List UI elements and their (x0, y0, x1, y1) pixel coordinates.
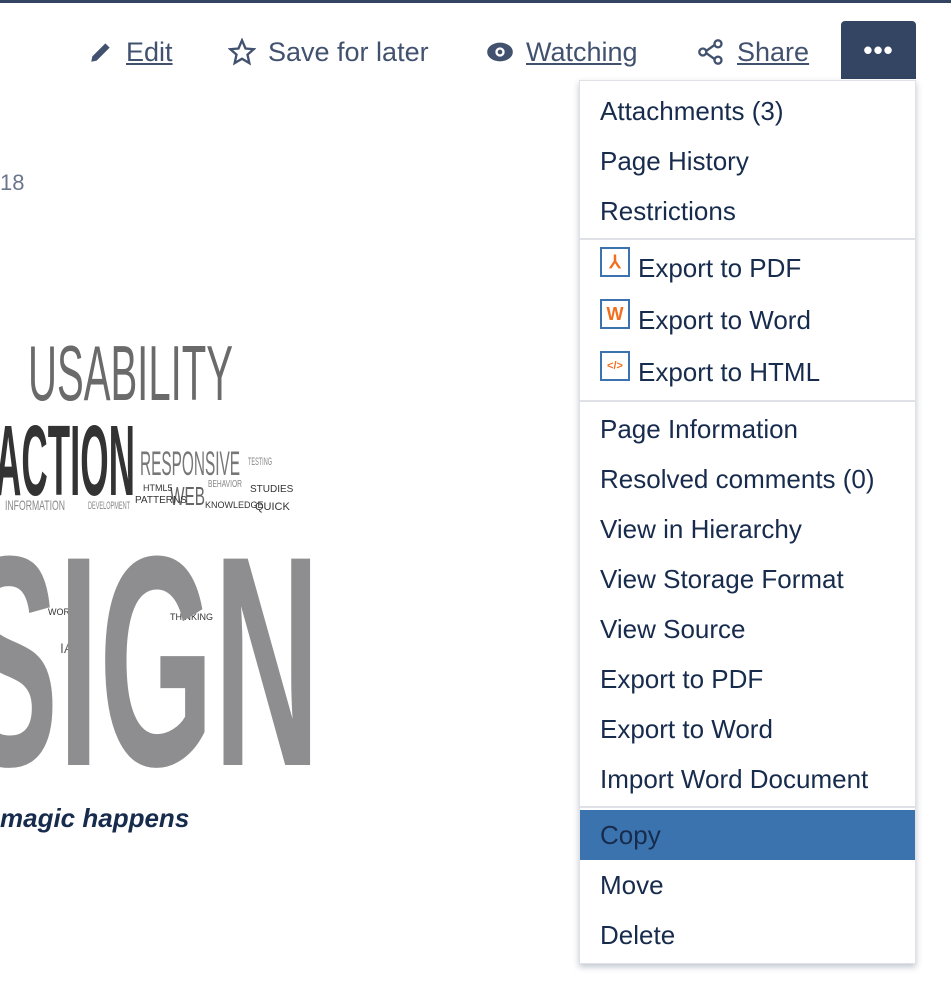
menu-item-label: Export to HTML (638, 356, 821, 387)
share-button[interactable]: Share (697, 30, 809, 74)
menu-item-label: Export to PDF (638, 252, 802, 283)
html-icon: </> (600, 351, 630, 381)
watching-button[interactable]: Watching (486, 30, 638, 74)
menu-item-export-word-2[interactable]: Export to Word (580, 704, 915, 754)
menu-divider (580, 806, 915, 808)
menu-item-resolved-comments[interactable]: Resolved comments (0) (580, 454, 915, 504)
menu-item-view-hierarchy[interactable]: View in Hierarchy (580, 504, 915, 554)
share-icon (698, 39, 723, 65)
menu-item-export-word[interactable]: W Export to Word (580, 294, 915, 346)
more-icon: ••• (863, 34, 894, 65)
menu-item-view-storage-format[interactable]: View Storage Format (580, 554, 915, 604)
word-cloud-image: USABILITY ACTION RESPONSIVE WEB INFORMAT… (0, 295, 345, 780)
menu-item-attachments[interactable]: Attachments (3) (580, 86, 915, 136)
menu-item-restrictions[interactable]: Restrictions (580, 186, 915, 236)
cloud-word: RESPONSIVE (140, 445, 240, 483)
share-label: Share (737, 36, 810, 67)
menu-item-export-pdf[interactable]: ⅄ Export to PDF (580, 242, 915, 294)
menu-item-page-history[interactable]: Page History (580, 136, 915, 186)
word-icon: W (600, 299, 630, 329)
star-icon (228, 38, 256, 66)
cloud-word: TESTING (248, 456, 272, 468)
menu-item-import-word[interactable]: Import Word Document (580, 754, 915, 804)
pencil-icon (91, 43, 110, 62)
image-caption: magic happens (0, 803, 190, 833)
menu-divider (580, 400, 915, 402)
menu-item-move[interactable]: Move (580, 860, 915, 910)
menu-item-export-pdf-2[interactable]: Export to PDF (580, 654, 915, 704)
edit-button[interactable]: Edit (88, 30, 173, 74)
cloud-word: USABILITY (28, 329, 233, 417)
menu-divider (580, 238, 915, 240)
top-bar (0, 0, 951, 3)
more-actions-menu: Attachments (3) Page History Restriction… (579, 80, 916, 964)
menu-item-export-html[interactable]: </> Export to HTML (580, 346, 915, 398)
cloud-word: BEHAVIOR (208, 479, 242, 490)
edit-label: Edit (126, 36, 173, 67)
menu-item-page-information[interactable]: Page Information (580, 404, 915, 454)
more-actions-button[interactable]: ••• (841, 21, 916, 79)
page-date: 18 (0, 170, 25, 195)
save-for-later-button[interactable]: Save for later (228, 30, 429, 74)
menu-item-view-source[interactable]: View Source (580, 604, 915, 654)
cloud-word: SIGN (0, 493, 320, 780)
pdf-icon: ⅄ (600, 247, 630, 277)
watching-label: Watching (526, 36, 638, 67)
menu-item-delete[interactable]: Delete (580, 910, 915, 960)
menu-item-label: Export to Word (638, 304, 811, 335)
menu-item-copy[interactable]: Copy (580, 810, 915, 860)
eye-icon (487, 42, 513, 62)
cloud-word: HTML5 (143, 483, 173, 493)
save-label: Save for later (268, 36, 429, 67)
